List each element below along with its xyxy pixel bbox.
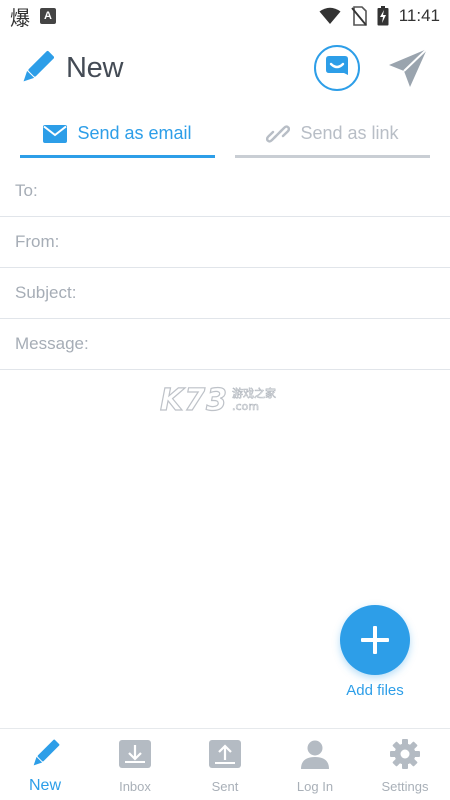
nav-label: Inbox [119,779,151,794]
nav-item-log-in[interactable]: Log In [270,729,360,800]
page-title: New [66,51,124,84]
nav-item-new[interactable]: New [0,729,90,800]
notification-glyph: 爆 [10,7,30,30]
from-input[interactable] [15,232,435,252]
watermark-text: 游戏之家 .com [232,387,277,414]
tab-send-as-email[interactable]: Send as email [20,112,215,158]
message-field-row [0,319,450,370]
tab-send-as-link[interactable]: Send as link [235,112,430,158]
nav-item-inbox[interactable]: Inbox [90,729,180,800]
plus-icon [361,626,389,654]
envelope-icon [43,124,68,143]
nav-item-sent[interactable]: Sent [180,729,270,800]
send-mode-tabs: Send as email Send as link [20,112,430,158]
inbox-download-icon [119,737,151,771]
from-field-row [0,217,450,268]
pencil-icon [30,737,60,771]
sent-upload-icon [209,737,241,771]
wifi-icon [319,7,341,24]
compose-form [0,166,450,370]
nav-label: New [28,777,61,794]
bottom-nav: New Inbox Sent Log In Settings [0,728,450,800]
subject-field-row [0,268,450,319]
watermark-mark: K73 [159,382,228,418]
status-bar: 爆 A 11:41 [0,0,450,32]
tab-label: Send as email [77,123,192,143]
nav-label: Log In [296,779,334,794]
add-files-button[interactable] [340,605,410,675]
gear-icon [390,737,420,771]
add-files-label[interactable]: Add files [330,682,420,699]
watermark-line2: .com [232,400,260,414]
app-header: New [0,36,450,100]
title-wrap: New [20,50,123,86]
status-left: 爆 A [10,2,56,31]
support-chat-button[interactable] [314,45,360,91]
no-sim-icon [351,6,367,26]
watermark: K73 游戏之家 .com [159,382,290,418]
clock: 11:41 [398,6,440,25]
link-icon [266,124,291,143]
user-icon [300,737,330,771]
message-input[interactable] [15,334,435,354]
paper-plane-icon [389,48,428,87]
subject-input[interactable] [15,283,435,303]
nav-label: Settings [381,779,429,794]
nav-label: Sent [211,779,239,794]
chat-smile-icon [326,56,348,75]
watermark-line1: 游戏之家 [232,387,277,401]
tab-label: Send as link [300,123,399,143]
battery-charging-icon [377,6,389,26]
pencil-icon [23,50,54,82]
header-actions [314,45,430,91]
to-input[interactable] [15,181,435,201]
send-button[interactable] [386,46,430,90]
notification-badge: A [40,8,56,24]
nav-item-settings[interactable]: Settings [360,729,450,800]
status-right: 11:41 [319,6,440,26]
to-field-row [0,166,450,217]
